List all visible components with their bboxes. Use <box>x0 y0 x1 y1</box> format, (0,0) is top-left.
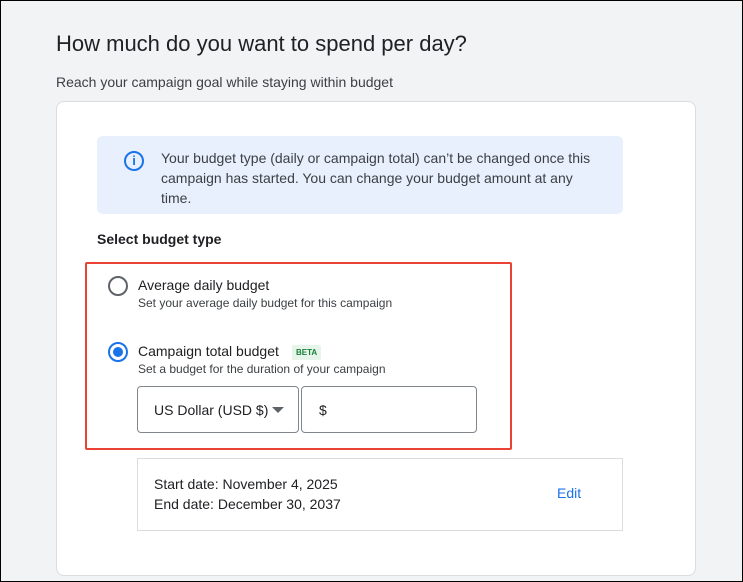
info-text: Your budget type (daily or campaign tota… <box>161 150 591 206</box>
budget-card: i Your budget type (daily or campaign to… <box>56 101 696 576</box>
start-date: Start date: November 4, 2025 <box>154 476 338 492</box>
currency-select[interactable]: US Dollar (USD $) <box>137 386 299 433</box>
beta-badge: BETA <box>292 345 322 360</box>
radio-campaign-total-budget[interactable] <box>108 342 128 362</box>
option-desc-average-daily: Set your average daily budget for this c… <box>138 296 393 310</box>
option-label-average-daily[interactable]: Average daily budget <box>138 277 269 293</box>
budget-type-label: Select budget type <box>97 231 222 247</box>
campaign-dates: Start date: November 4, 2025 End date: D… <box>137 458 623 531</box>
currency-value: US Dollar (USD $) <box>154 402 269 418</box>
budget-amount-input[interactable]: $ <box>301 386 477 433</box>
info-icon: i <box>124 151 144 171</box>
page-title: How much do you want to spend per day? <box>56 31 467 56</box>
info-banner: i Your budget type (daily or campaign to… <box>97 136 623 214</box>
page-subtitle: Reach your campaign goal while staying w… <box>56 74 393 90</box>
currency-prefix: $ <box>319 402 327 418</box>
edit-dates-button[interactable]: Edit <box>557 485 581 501</box>
page: How much do you want to spend per day? R… <box>0 0 743 582</box>
option-label-campaign-total[interactable]: Campaign total budget <box>138 343 279 359</box>
chevron-down-icon <box>272 407 284 413</box>
option-desc-campaign-total: Set a budget for the duration of your ca… <box>138 362 386 376</box>
end-date: End date: December 30, 2037 <box>154 496 341 512</box>
radio-average-daily-budget[interactable] <box>108 276 128 296</box>
